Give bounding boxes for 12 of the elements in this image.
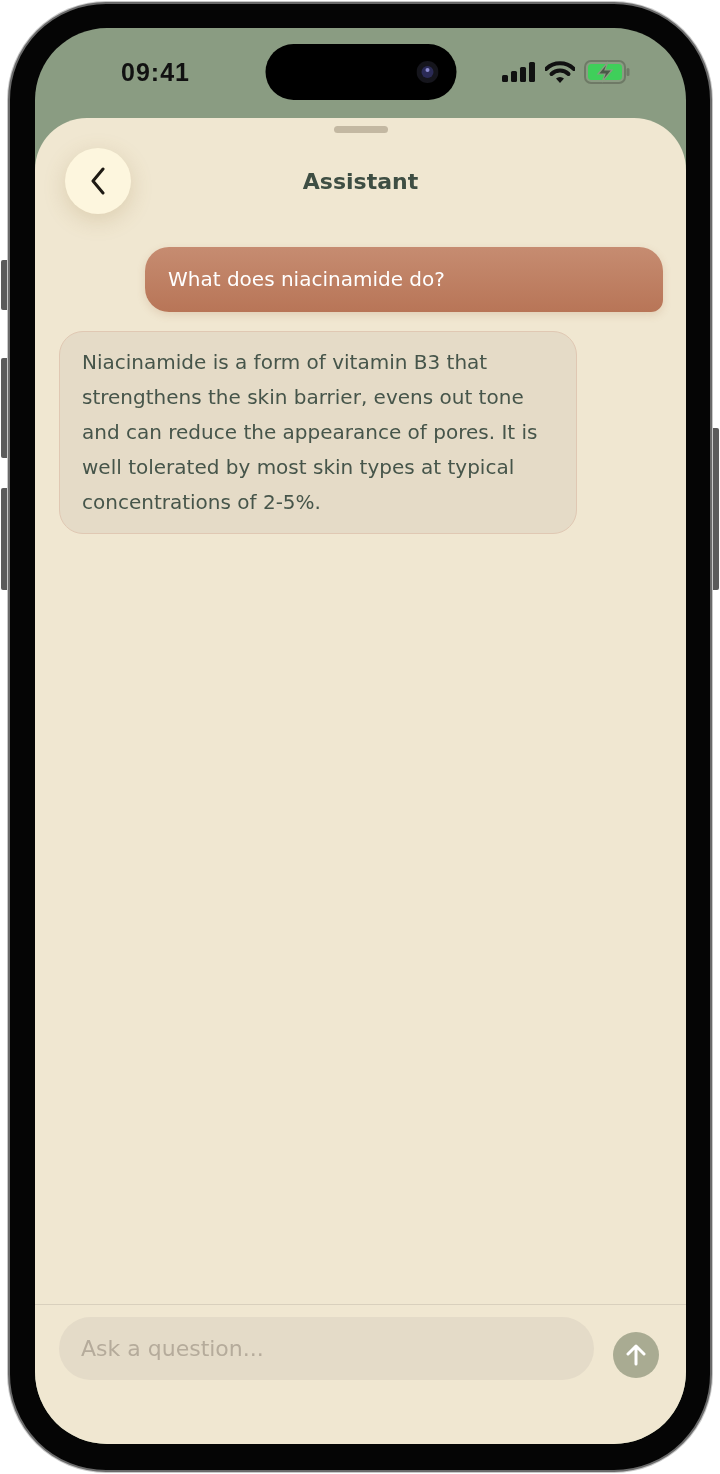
arrow-up-icon: [626, 1344, 646, 1366]
status-time: 09:41: [121, 58, 190, 86]
assistant-message: Niacinamide is a form of vitamin B3 that strengthens the skin barrier, evens out tone and can reduce the appearance of pores. It is well tolerated by most skin types at typical concentrations of 2-5%.: [59, 331, 577, 534]
wifi-icon: [545, 61, 575, 83]
sheet-handle[interactable]: [333, 126, 388, 133]
chevron-left-icon: [90, 167, 106, 195]
send-button[interactable]: [613, 1332, 659, 1378]
battery-charging-icon: [584, 60, 630, 84]
screen-title: Assistant: [302, 168, 419, 194]
camera-lens-icon: [416, 61, 438, 83]
signal-icon: [502, 62, 536, 82]
user-message: What does niacinamide do?: [145, 247, 663, 312]
